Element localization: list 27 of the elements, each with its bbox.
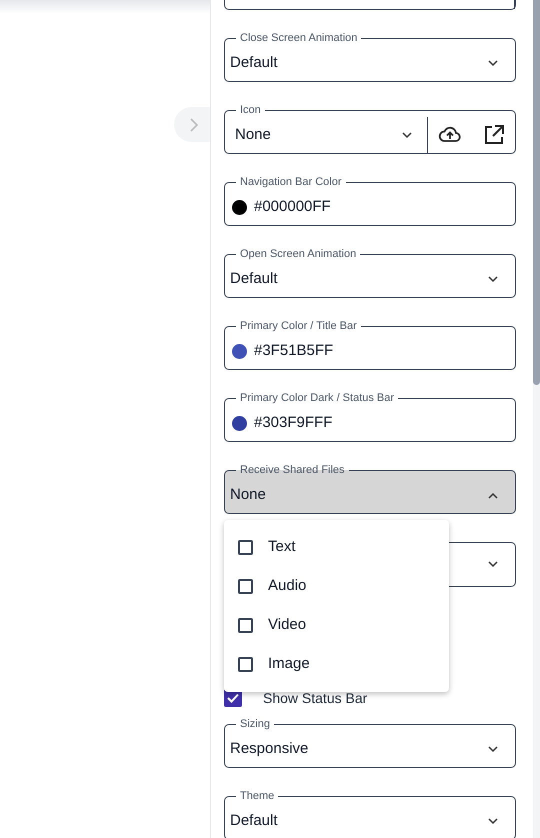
checkbox[interactable] <box>238 657 253 672</box>
color-value[interactable]: #303F9FFF <box>254 412 332 434</box>
menu-item[interactable]: Audio <box>224 567 449 606</box>
chevron-down-icon <box>488 561 498 568</box>
checkmark-icon <box>227 693 239 703</box>
color-value[interactable]: #3F51B5FF <box>254 340 334 362</box>
checkbox-label: Show Status Bar <box>263 688 368 708</box>
field-label: Primary Color Dark / Status Bar <box>239 391 396 405</box>
menu-item[interactable]: Text <box>224 528 449 567</box>
field-label: Primary Color / Title Bar <box>239 319 358 333</box>
chevron-down-icon <box>488 818 498 824</box>
checkbox[interactable] <box>238 540 253 555</box>
field-label: Navigation Bar Color <box>239 175 342 189</box>
chevron-down-icon <box>488 276 498 282</box>
chevron-down-icon <box>488 60 498 66</box>
field-label: Icon <box>239 103 262 117</box>
chevron-down-icon <box>402 132 412 138</box>
menu-item[interactable]: Video <box>224 606 449 645</box>
menu-item[interactable]: Image <box>224 645 449 684</box>
select-field[interactable]: None <box>225 117 428 153</box>
checkbox[interactable] <box>238 579 253 594</box>
chevron-right-icon <box>189 118 199 132</box>
checkbox[interactable] <box>238 618 253 633</box>
color-value[interactable]: #000000FF <box>254 196 331 218</box>
chevron-up-icon <box>488 492 498 498</box>
open-external-icon[interactable] <box>482 124 505 146</box>
chevron-down-icon <box>488 746 498 752</box>
